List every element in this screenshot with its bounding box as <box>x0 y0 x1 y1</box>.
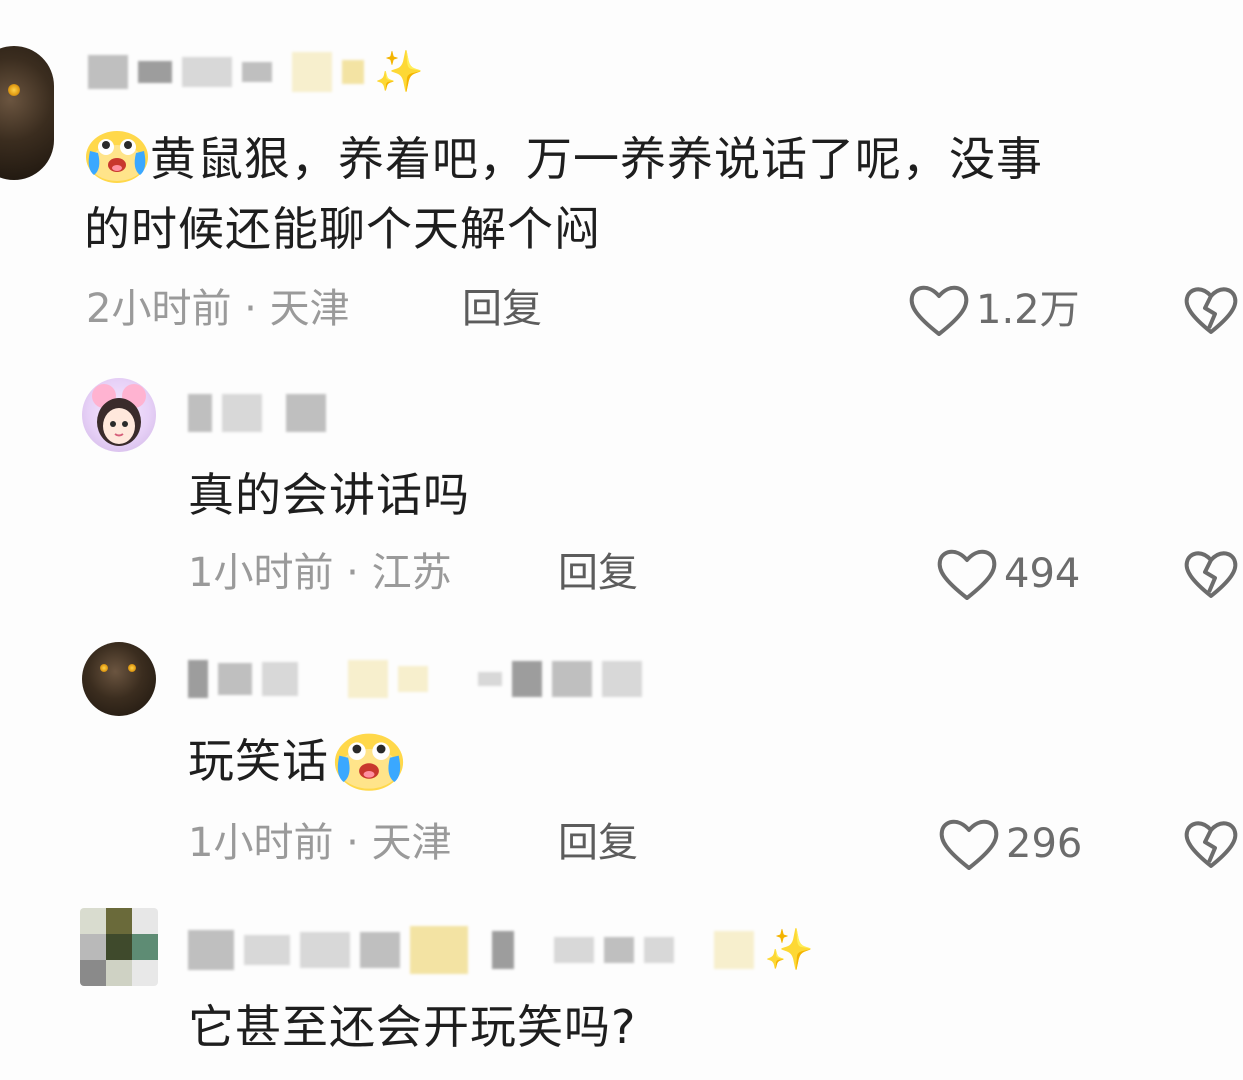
dislike-button[interactable] <box>1183 818 1239 874</box>
comment-thread: ✨ 黄鼠狠，养着吧，万一养养说话了呢，没事 的时候还能聊个天解个闷 2小时前 ·… <box>0 0 1243 1080</box>
dislike-button[interactable] <box>1183 284 1239 340</box>
comment-text: 玩笑话 <box>188 726 409 796</box>
like-count: 1.2万 <box>976 287 1080 333</box>
broken-heart-icon <box>1184 287 1238 334</box>
reply-button[interactable]: 回复 <box>462 284 542 334</box>
comment-text-line1: 黄鼠狠，养着吧，万一养养说话了呢，没事 <box>150 132 1043 186</box>
comment-text: 它甚至还会开玩笑吗? <box>188 1000 637 1054</box>
comment-text: 真的会讲话吗 <box>188 468 470 522</box>
comment-text-line2: 的时候还能聊个天解个闷 <box>84 202 601 256</box>
heart-outline-icon <box>939 819 999 870</box>
sparkle-icon: ✨ <box>764 927 814 973</box>
comment-meta: 1小时前 · 江苏 <box>188 548 452 598</box>
meta-separator: · <box>333 550 372 596</box>
like-count: 494 <box>1004 551 1081 597</box>
comment-time: 1小时前 <box>188 550 334 596</box>
like-button[interactable]: 296 <box>938 816 1082 872</box>
comment-location: 天津 <box>269 286 350 332</box>
broken-heart-icon <box>1184 821 1238 868</box>
heart-outline-icon <box>937 549 997 600</box>
dislike-button[interactable] <box>1183 548 1239 604</box>
username-blurred[interactable]: ✨ <box>188 926 814 974</box>
heart-outline-icon <box>909 285 969 336</box>
comment-time: 1小时前 <box>188 820 334 866</box>
avatar[interactable] <box>82 378 156 452</box>
comment-time: 2小时前 <box>86 286 232 332</box>
comment-location: 天津 <box>371 820 452 866</box>
comment-location: 江苏 <box>371 550 452 596</box>
meta-separator: · <box>231 286 270 332</box>
laughing-crying-emoji <box>84 125 150 185</box>
reply-button[interactable]: 回复 <box>558 818 638 868</box>
username-blurred[interactable]: ✨ <box>88 52 424 92</box>
comment-text: 黄鼠狠，养着吧，万一养养说话了呢，没事 的时候还能聊个天解个闷 <box>84 124 1234 264</box>
username-blurred[interactable] <box>188 660 642 698</box>
broken-heart-icon <box>1184 551 1238 598</box>
like-button[interactable]: 1.2万 <box>908 282 1080 338</box>
comment-meta: 2小时前 · 天津 <box>86 284 350 334</box>
sparkle-icon: ✨ <box>374 49 424 95</box>
laughing-crying-emoji <box>329 727 409 793</box>
avatar[interactable] <box>80 908 158 986</box>
avatar[interactable] <box>82 642 156 716</box>
comment-meta: 1小时前 · 天津 <box>188 818 452 868</box>
reply-button[interactable]: 回复 <box>558 548 638 598</box>
like-button[interactable]: 494 <box>936 546 1080 602</box>
meta-separator: · <box>333 820 372 866</box>
username-blurred[interactable] <box>188 394 326 432</box>
like-count: 296 <box>1006 821 1083 867</box>
avatar[interactable] <box>0 46 54 180</box>
comment-text-body: 玩笑话 <box>188 734 329 788</box>
